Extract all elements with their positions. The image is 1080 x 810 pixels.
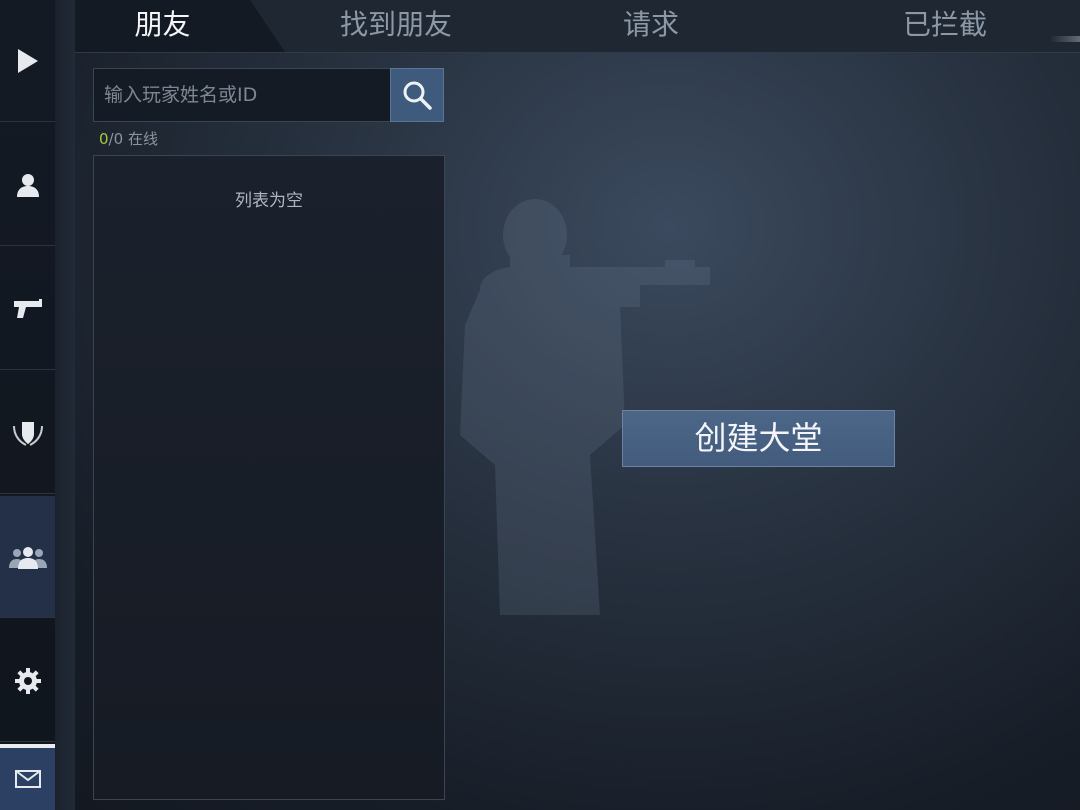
sidebar-item-play[interactable] — [0, 0, 55, 122]
soldier-silhouette-image — [460, 199, 710, 615]
gear-icon — [14, 667, 41, 694]
search-button[interactable] — [390, 68, 444, 122]
sidebar-item-profile[interactable] — [0, 124, 55, 246]
search-input[interactable] — [94, 69, 390, 121]
tab-find-friends[interactable]: 找到朋友 — [320, 0, 472, 52]
tabbar-edge-decoration — [1050, 36, 1080, 42]
online-label: 在线 — [127, 130, 158, 148]
tab-friends[interactable]: 朋友 — [75, 0, 285, 52]
total-count: 0 — [113, 130, 124, 148]
tab-blocked[interactable]: 已拦截 — [880, 0, 1010, 52]
search-field[interactable] — [93, 68, 391, 122]
rank-shield-icon — [12, 421, 43, 446]
pistol-icon — [13, 298, 42, 318]
search-icon — [403, 81, 432, 110]
sidebar-item-rank[interactable] — [0, 372, 55, 494]
empty-list-text: 列表为空 — [235, 191, 303, 211]
friends-icon — [8, 546, 47, 569]
online-count: 0 — [99, 130, 109, 148]
play-icon — [17, 48, 38, 73]
online-status: 0/0 在线 — [99, 128, 158, 149]
sidebar-item-mail[interactable] — [0, 744, 55, 810]
sidebar-item-loadout[interactable] — [0, 248, 55, 370]
sidebar-divider — [55, 0, 75, 810]
create-lobby-button[interactable]: 创建大堂 — [622, 410, 895, 467]
tab-bar: 朋友 找到朋友 请求 已拦截 — [75, 0, 1080, 53]
tab-requests[interactable]: 请求 — [595, 0, 707, 52]
profile-icon — [16, 173, 39, 197]
sidebar-item-settings[interactable] — [0, 620, 55, 742]
sidebar-item-friends[interactable] — [0, 496, 55, 618]
friend-list[interactable]: 列表为空 — [93, 155, 445, 800]
mail-icon — [14, 770, 41, 788]
sidebar — [0, 0, 55, 810]
